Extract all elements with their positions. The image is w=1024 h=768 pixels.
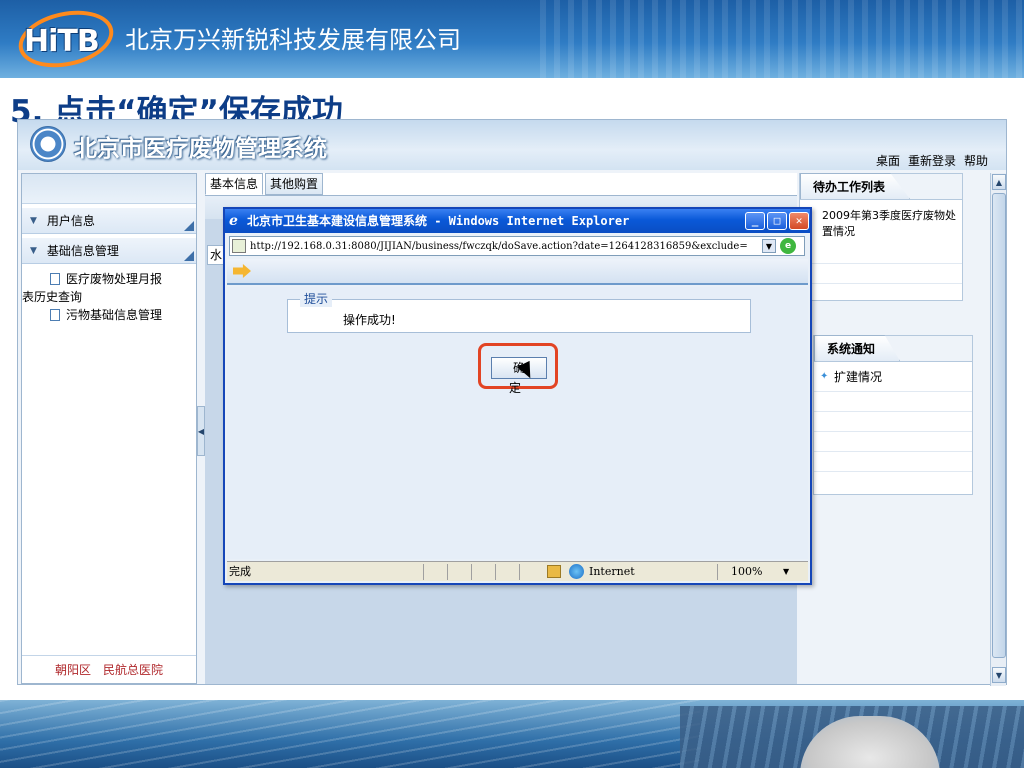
ie-window-title: 北京市卫生基本建设信息管理系统 - Windows Internet Explo… <box>247 214 630 228</box>
notice-item-label: 扩建情况 <box>834 370 883 384</box>
leaf-label: 污物基础信息管理 <box>66 308 163 322</box>
app-header: 北京市医疗废物管理系统 桌面 重新登录 帮助 <box>18 120 1006 170</box>
status-separator <box>519 564 520 580</box>
document-icon <box>50 273 60 285</box>
address-dropdown-icon[interactable]: ▼ <box>762 239 776 253</box>
hospital-label: 民航总医院 <box>103 663 164 677</box>
help-link[interactable]: 帮助 <box>964 152 988 169</box>
footer-decoration <box>0 700 700 768</box>
status-separator <box>423 564 424 580</box>
page-icon <box>232 239 246 253</box>
notice-row-empty <box>814 452 972 472</box>
zoom-level[interactable]: 100% <box>731 562 762 581</box>
zoom-dropdown-icon[interactable]: ▼ <box>783 562 789 581</box>
ie-toolbar <box>227 259 808 285</box>
tab-other-purchase[interactable]: 其他购置 <box>265 173 324 195</box>
address-bar[interactable]: http://192.168.0.31:8080/JIJIAN/business… <box>229 236 805 256</box>
desktop-link[interactable]: 桌面 <box>876 152 900 169</box>
scroll-down-icon[interactable]: ▼ <box>992 667 1006 683</box>
message-fieldset: 提示 操作成功! <box>287 291 751 333</box>
sidebar-item-label: 用户信息 <box>46 214 95 228</box>
minimize-icon[interactable]: _ <box>745 212 765 230</box>
status-done: 完成 <box>229 565 251 578</box>
tab-bar: 基本信息 其他购置 <box>205 173 324 195</box>
chevron-down-icon: ▼ <box>30 215 37 226</box>
notice-item[interactable]: ✦ 扩建情况 <box>814 362 972 392</box>
sidebar-item-user-info[interactable]: ▼ 用户信息 <box>22 208 196 234</box>
sidebar-item-basic-info[interactable]: ▼ 基础信息管理 <box>22 238 196 264</box>
popup-content: 提示 操作成功! 确 定 <box>227 287 808 559</box>
slide-footer <box>0 700 1024 768</box>
sidebar-submenu: 医疗废物处理月报 表历史查询 污物基础信息管理 <box>22 264 196 324</box>
notice-row-empty <box>814 392 972 412</box>
status-separator <box>471 564 472 580</box>
relogin-link[interactable]: 重新登录 <box>908 152 956 169</box>
security-zone[interactable]: Internet <box>589 562 635 581</box>
corner-icon <box>184 221 194 231</box>
sidebar: ▼ 用户信息 ▼ 基础信息管理 医疗废物处理月报 表历史查询 污物基础信息管理 … <box>21 173 197 684</box>
emblem-icon <box>30 126 66 162</box>
sidebar-header <box>22 174 196 204</box>
ie-logo-icon: e <box>229 213 238 229</box>
fieldset-legend: 提示 <box>300 291 333 307</box>
notice-row-empty <box>814 432 972 452</box>
todo-row-empty <box>800 264 962 284</box>
scroll-up-icon[interactable]: ▲ <box>992 174 1006 190</box>
sidebar-footer: 朝阳区 民航总医院 <box>22 655 196 683</box>
close-icon[interactable]: ✕ <box>789 212 809 230</box>
sidebar-collapse-handle[interactable]: ◀ <box>197 406 205 456</box>
notice-panel: 系统通知 ✦ 扩建情况 <box>813 335 973 495</box>
maximize-icon[interactable]: □ <box>767 212 787 230</box>
sidebar-item-label: 基础信息管理 <box>46 244 119 258</box>
todo-item[interactable]: 2009年第3季度医疗废物处置情况 <box>800 200 962 240</box>
ie-titlebar[interactable]: e 北京市卫生基本建设信息管理系统 - Windows Internet Exp… <box>225 209 810 233</box>
chevron-down-icon: ▼ <box>30 245 37 256</box>
todo-panel: 待办工作列表 2009年第3季度医疗废物处置情况 <box>799 173 963 301</box>
url-text[interactable]: http://192.168.0.31:8080/JIJIAN/business… <box>250 241 760 252</box>
status-bar: 完成 Internet 100% ▼ <box>227 561 808 581</box>
app-title: 北京市医疗废物管理系统 <box>74 136 327 162</box>
banner-decoration <box>540 0 1024 78</box>
logo-text: HiTB <box>24 24 100 59</box>
scroll-thumb[interactable] <box>992 193 1006 658</box>
district-label: 朝阳区 <box>54 663 91 677</box>
protected-mode-icon[interactable] <box>547 565 561 578</box>
globe-icon <box>569 564 584 579</box>
status-separator <box>495 564 496 580</box>
slide-banner: HiTB 北京万兴新锐科技发展有限公司 <box>0 0 1024 78</box>
tab-basic-info[interactable]: 基本信息 <box>205 173 264 195</box>
leaf-label: 医疗废物处理月报 <box>66 272 163 286</box>
sidebar-leaf-waste-report[interactable]: 医疗废物处理月报 <box>22 270 196 288</box>
notice-row-empty <box>814 412 972 432</box>
top-links: 桌面 重新登录 帮助 <box>876 152 988 169</box>
ie-popup-window: e 北京市卫生基本建设信息管理系统 - Windows Internet Exp… <box>223 207 812 585</box>
sidebar-leaf-waste-info[interactable]: 污物基础信息管理 <box>22 306 196 324</box>
favorite-arrow-icon[interactable] <box>233 264 251 278</box>
vertical-scrollbar[interactable]: ▲ ▼ <box>990 173 1006 686</box>
bullet-icon: ✦ <box>820 371 829 382</box>
leaf-label-continued: 表历史查询 <box>22 290 83 304</box>
corner-icon <box>184 251 194 261</box>
status-separator <box>717 564 718 580</box>
security-shield-icon[interactable]: e <box>780 238 796 254</box>
success-message: 操作成功! <box>343 313 396 327</box>
company-logo: HiTB <box>13 2 119 76</box>
company-name: 北京万兴新锐科技发展有限公司 <box>125 26 461 54</box>
todo-row-empty <box>800 244 962 264</box>
document-icon <box>50 309 60 321</box>
status-separator <box>447 564 448 580</box>
